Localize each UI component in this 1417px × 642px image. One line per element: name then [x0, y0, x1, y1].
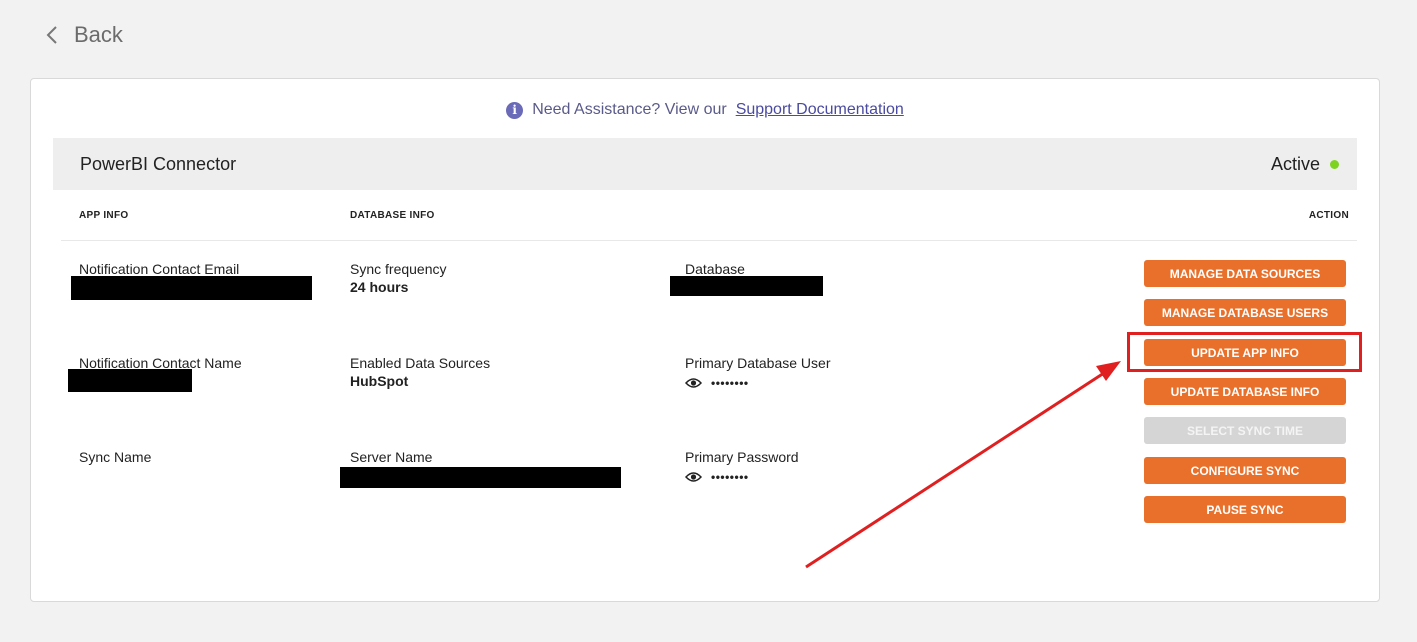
header-divider: [61, 240, 1357, 241]
primary-password-label: Primary Password: [685, 449, 799, 465]
primary-user-masked: ••••••••: [711, 376, 749, 390]
enabled-sources-label: Enabled Data Sources: [350, 355, 491, 371]
column-header-database-info: DATABASE INFO: [350, 210, 435, 221]
back-link[interactable]: Back: [44, 22, 123, 48]
assistance-banner: i Need Assistance? View our Support Docu…: [31, 101, 1379, 119]
eye-icon[interactable]: [685, 377, 702, 389]
redacted-name: [68, 369, 192, 392]
eye-icon[interactable]: [685, 471, 702, 483]
annotation-highlight-box: [1127, 332, 1362, 372]
update-database-info-button[interactable]: UPDATE DATABASE INFO: [1144, 378, 1346, 405]
sync-frequency-label: Sync frequency: [350, 261, 447, 277]
status-indicator: Active: [1271, 154, 1339, 175]
sync-name-field: Sync Name: [79, 448, 151, 466]
primary-user-field: Primary Database User ••••••••: [685, 354, 831, 392]
pause-sync-button[interactable]: PAUSE SYNC: [1144, 496, 1346, 523]
redacted-email: [71, 276, 312, 300]
enabled-sources-value: HubSpot: [350, 373, 409, 389]
sync-frequency-value: 24 hours: [350, 279, 409, 295]
support-documentation-link[interactable]: Support Documentation: [736, 101, 904, 119]
info-icon: i: [506, 101, 524, 119]
select-sync-time-button: SELECT SYNC TIME: [1144, 417, 1346, 444]
server-name-field: Server Name: [350, 448, 432, 466]
sync-name-label: Sync Name: [79, 449, 152, 465]
manage-data-sources-button[interactable]: MANAGE DATA SOURCES: [1144, 260, 1346, 287]
assistance-text: Need Assistance? View our: [532, 101, 727, 118]
manage-database-users-button[interactable]: MANAGE DATABASE USERS: [1144, 299, 1346, 326]
server-name-label: Server Name: [350, 449, 433, 465]
back-label: Back: [74, 22, 123, 47]
redacted-database: [670, 276, 823, 296]
primary-password-field: Primary Password ••••••••: [685, 448, 799, 486]
column-header-app-info: APP INFO: [79, 210, 129, 221]
status-label: Active: [1270, 153, 1320, 174]
column-header-action: ACTION: [1308, 210, 1349, 221]
configure-sync-button[interactable]: CONFIGURE SYNC: [1144, 457, 1346, 484]
status-dot: [1330, 159, 1339, 169]
redacted-server-name: [340, 467, 621, 488]
primary-password-masked: ••••••••: [711, 470, 749, 484]
connector-header: PowerBI Connector Active: [53, 138, 1357, 190]
sync-frequency-field: Sync frequency 24 hours: [350, 260, 447, 296]
connector-name: PowerBI Connector: [80, 153, 237, 174]
primary-user-label: Primary Database User: [685, 355, 831, 371]
chevron-left-icon: [46, 26, 57, 44]
enabled-sources-field: Enabled Data Sources HubSpot: [350, 354, 490, 390]
